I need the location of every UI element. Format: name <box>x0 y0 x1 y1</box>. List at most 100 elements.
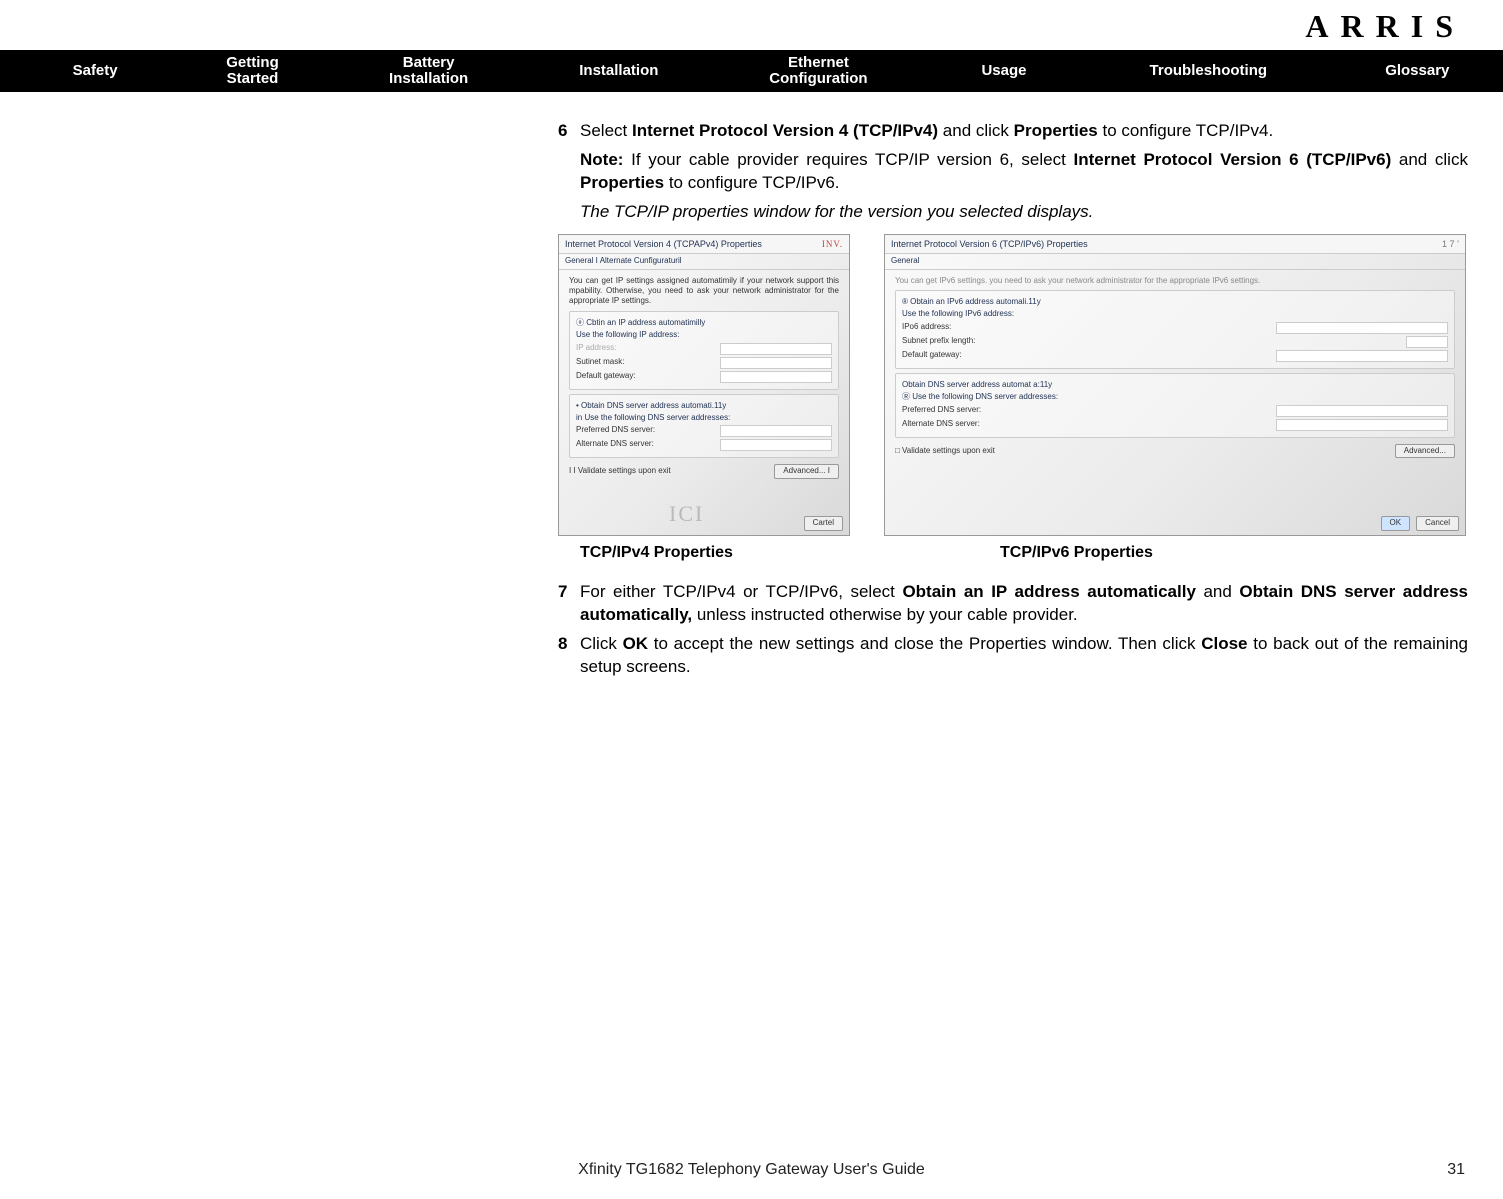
step6-bold1: Internet Protocol Version 4 (TCP/IPv4) <box>632 121 938 140</box>
step6-mid: and click <box>938 121 1014 140</box>
ipv4-dns1-input[interactable] <box>720 425 832 437</box>
step8-b: to accept the new settings and close the… <box>648 634 1201 653</box>
ipv4-cancel-button[interactable]: Cartel <box>804 516 843 531</box>
page-footer: Xfinity TG1682 Telephony Gateway User's … <box>0 1161 1503 1179</box>
step-6-note: Note: If your cable provider requires TC… <box>558 149 1468 195</box>
step8-b2: Close <box>1201 634 1247 653</box>
ipv6-prefix-input[interactable] <box>1406 336 1448 348</box>
step-7: 7 For either TCP/IPv4 or TCP/IPv6, selec… <box>558 581 1468 627</box>
ipv4-radio-manual-dns[interactable]: in Use the following DNS server addresse… <box>576 413 832 423</box>
ipv4-gw-input[interactable] <box>720 371 832 383</box>
note-b1: Internet Pro­tocol Version 6 (TCP/IPv6) <box>1073 150 1391 169</box>
ipv6-body: You can get IPv6 settings. you need to a… <box>885 270 1465 464</box>
ipv4-desc: You can get IP settings assigned automat… <box>569 276 839 307</box>
note-b2: Properties <box>580 173 664 192</box>
nav-battery-installation[interactable]: Battery Installation <box>334 51 524 92</box>
ipv4-dns2-label: Alternate DNS server: <box>576 439 654 451</box>
ipv6-desc: You can get IPv6 settings. you need to a… <box>895 276 1455 286</box>
nav-getting-started-l2: Started <box>191 71 313 88</box>
ipv6-ip-group: ® Obtain an IPv6 address automali.11y Us… <box>895 290 1455 369</box>
ipv4-mask-input[interactable] <box>720 357 832 369</box>
ipv4-badge: INV. <box>822 238 843 250</box>
step6-pre: Select <box>580 121 632 140</box>
ipv4-radio-manual-ip[interactable]: Use the following IP address: <box>576 330 832 340</box>
ipv6-radio-manual-dns[interactable]: Ⓡ Use the following DNS server addresses… <box>902 392 1448 402</box>
ipv4-validate-check[interactable]: I I Validate settings upon exit <box>569 466 671 476</box>
ipv6-footer: OK Cancel <box>1381 516 1459 531</box>
ipv6-dns1-label: Preferred DNS server: <box>902 405 981 417</box>
nav-safety[interactable]: Safety <box>19 59 172 84</box>
ipv6-gw-input[interactable] <box>1276 350 1448 362</box>
note-c: to configure TCP/IPv6. <box>664 173 839 192</box>
step-8-number: 8 <box>558 633 580 679</box>
ipv4-dialog: Internet Protocol Version 4 (TCPAPv4) Pr… <box>558 234 850 536</box>
step6-post: to configure TCP/IPv4. <box>1098 121 1273 140</box>
ipv6-radio-auto-dns[interactable]: Obtain DNS server address automat a:11y <box>902 380 1448 390</box>
ipv4-dns1-label: Preferred DNS server: <box>576 425 655 437</box>
ipv6-prefix-label: Subnet prefix length: <box>902 336 975 348</box>
ipv6-dialog: Internet Protocol Version 6 (TCP/IPv6) P… <box>884 234 1466 536</box>
step7-a: For either TCP/IPv4 or TCP/IPv6, select <box>580 582 902 601</box>
step7-c: unless instructed otherwise by your cabl… <box>692 605 1078 624</box>
ipv4-title-bar: Internet Protocol Version 4 (TCPAPv4) Pr… <box>559 235 849 254</box>
step-8: 8 Click OK to accept the new settings an… <box>558 633 1468 679</box>
nav-usage[interactable]: Usage <box>923 59 1085 84</box>
ipv6-dns1-input[interactable] <box>1276 405 1448 417</box>
ipv6-validate-check[interactable]: □ Validate settings upon exit <box>895 446 995 456</box>
nav-installation[interactable]: Installation <box>524 59 714 84</box>
dialog-captions: TCP/IPv4 Properties TCP/IPv6 Properties <box>558 542 1468 564</box>
ipv4-radio-auto-dns[interactable]: • Obtain DNS server address automati.11y <box>576 401 832 411</box>
ipv4-title: Internet Protocol Version 4 (TCPAPv4) Pr… <box>565 238 762 250</box>
step7-b: and <box>1196 582 1239 601</box>
step8-a: Click <box>580 634 623 653</box>
nav-glossary[interactable]: Glossary <box>1332 59 1503 84</box>
ipv4-tabs: General I Alternate Cunfiguraturil <box>559 254 849 270</box>
nav-battery-l2: Installation <box>354 71 504 88</box>
nav-ethernet-l2: Configuration <box>734 71 903 88</box>
content-column: 6 Select Internet Protocol Version 4 (TC… <box>558 120 1468 685</box>
dialog-row: Internet Protocol Version 4 (TCPAPv4) Pr… <box>558 234 1468 536</box>
note-label: Note: <box>580 150 623 169</box>
ipv4-gw-label: Default gateway: <box>576 371 636 383</box>
ipv4-dns-group: • Obtain DNS server address automati.11y… <box>569 394 839 459</box>
step7-b1: Obtain an IP address automati­cally <box>902 582 1195 601</box>
step6-bold2: Properties <box>1014 121 1098 140</box>
ipv4-footer: Cartel <box>804 516 843 531</box>
step8-b1: OK <box>623 634 649 653</box>
ipv6-badge: 1 7 ’ <box>1442 238 1459 250</box>
ipv6-advanced-button[interactable]: Advanced... <box>1395 444 1455 458</box>
step-8-text: Click OK to accept the new settings and … <box>580 633 1468 679</box>
step-6-text: Select Internet Protocol Version 4 (TCP/… <box>580 120 1468 143</box>
ipv4-dns2-input[interactable] <box>720 439 832 451</box>
ipv6-radio-manual-ip[interactable]: Use the following IPv6 address: <box>902 309 1448 319</box>
step-7-text: For either TCP/IPv4 or TCP/IPv6, select … <box>580 581 1468 627</box>
page-number: 31 <box>1447 1161 1465 1179</box>
ipv4-radio-auto-ip[interactable]: ⓐ Cbtin an IP address automatimilly <box>576 318 832 328</box>
ipv6-ok-button[interactable]: OK <box>1381 516 1411 531</box>
nav-ethernet-configuration[interactable]: Ethernet Configuration <box>714 51 923 92</box>
top-nav: Safety Getting Started Battery Installat… <box>0 50 1503 92</box>
ipv4-ip-input[interactable] <box>720 343 832 355</box>
brand-logo: ARRIS <box>1305 8 1465 45</box>
ipv4-caption: TCP/IPv4 Properties <box>558 542 900 564</box>
note-b: and click <box>1391 150 1468 169</box>
ipv6-ip-input[interactable] <box>1276 322 1448 334</box>
step-7-number: 7 <box>558 581 580 627</box>
ipv4-mask-label: Sutinet mask: <box>576 357 624 369</box>
ipv4-advanced-button[interactable]: Advanced... I <box>774 464 839 478</box>
ipv6-dns2-input[interactable] <box>1276 419 1448 431</box>
ipv6-title: Internet Protocol Version 6 (TCP/IPv6) P… <box>891 238 1088 250</box>
ipv6-radio-auto-ip[interactable]: ® Obtain an IPv6 address automali.11y <box>902 297 1448 307</box>
nav-getting-started[interactable]: Getting Started <box>171 51 333 92</box>
ipv6-dns-group: Obtain DNS server address automat a:11y … <box>895 373 1455 438</box>
ipv6-tabs: General <box>885 254 1465 270</box>
ipv4-body: You can get IP settings assigned automat… <box>559 270 849 485</box>
document-page: ARRIS Safety Getting Started Battery Ins… <box>0 0 1503 1199</box>
ipv6-cancel-button[interactable]: Cancel <box>1416 516 1459 531</box>
ipv4-ip-group: ⓐ Cbtin an IP address automatimilly Use … <box>569 311 839 390</box>
step-6-result: The TCP/IP properties window for the ver… <box>558 201 1468 224</box>
nav-troubleshooting[interactable]: Troubleshooting <box>1085 59 1332 84</box>
ipv4-watermark: ICI <box>669 499 704 529</box>
ipv6-title-bar: Internet Protocol Version 6 (TCP/IPv6) P… <box>885 235 1465 254</box>
ipv6-gw-label: Default gateway: <box>902 350 962 362</box>
